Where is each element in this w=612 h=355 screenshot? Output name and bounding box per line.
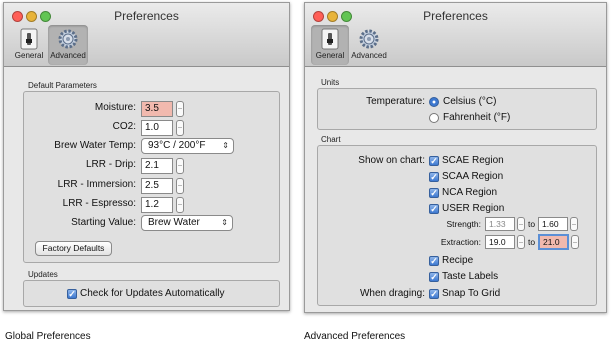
content-area: Units Temperature: Celsius (°C) Fahrenhe… — [305, 67, 606, 312]
taste-labels-label: Taste Labels — [442, 271, 499, 282]
co2-label: CO2: — [112, 121, 136, 132]
extraction-label: Extraction: — [440, 237, 481, 247]
lrr-drip-stepper[interactable] — [176, 158, 184, 174]
when-dragging-label: When draging: — [359, 288, 425, 299]
lrr-espresso-label: LRR - Espresso: — [62, 198, 136, 209]
taste-labels-checkbox[interactable]: ✓ — [429, 272, 439, 282]
brew-temp-label: Brew Water Temp: — [54, 140, 136, 151]
brew-temp-value: 93°C / 200°F — [148, 140, 206, 151]
snap-to-grid-checkbox[interactable]: ✓ — [429, 289, 439, 299]
switch-icon — [321, 28, 339, 50]
scaa-region-checkbox[interactable]: ✓ — [429, 172, 439, 182]
extraction-to-stepper[interactable] — [571, 235, 579, 249]
starting-value-label: Starting Value: — [71, 217, 136, 228]
nca-region-checkbox[interactable]: ✓ — [429, 188, 439, 198]
fahrenheit-label: Fahrenheit (°F) — [443, 112, 511, 123]
moisture-label: Moisture: — [94, 102, 136, 113]
lrr-espresso-field[interactable]: 1.2 — [141, 197, 173, 213]
fahrenheit-radio[interactable] — [429, 113, 439, 123]
strength-to-field[interactable]: 1.60 — [538, 217, 568, 231]
celsius-label: Celsius (°C) — [443, 96, 497, 107]
tab-general-label: General — [315, 51, 345, 60]
strength-to-stepper[interactable] — [570, 217, 578, 231]
co2-field[interactable]: 1.0 — [141, 120, 173, 136]
user-region-checkbox[interactable]: ✓ — [429, 204, 439, 214]
tab-general[interactable]: General — [10, 25, 48, 65]
lrr-drip-label: LRR - Drip: — [85, 159, 136, 170]
content-area: Default Parameters Moisture: 3.5 CO2: 1.… — [4, 67, 289, 310]
user-region-label: USER Region — [442, 203, 505, 214]
moisture-field[interactable]: 3.5 — [141, 101, 173, 117]
units-box — [317, 88, 597, 130]
advanced-preferences-window: Preferences General Advanced Units Tempe… — [304, 2, 607, 313]
section-chart: Chart — [321, 135, 341, 144]
co2-stepper[interactable] — [176, 120, 184, 136]
global-preferences-caption: Global Preferences — [5, 331, 91, 342]
brew-temp-popup[interactable]: 93°C / 200°F ⇕ — [141, 138, 234, 154]
tab-advanced-label: Advanced — [351, 51, 387, 60]
popup-arrows-icon: ⇕ — [221, 218, 228, 227]
switch-icon — [20, 28, 38, 50]
strength-label: Strength: — [446, 219, 482, 229]
factory-defaults-button[interactable]: Factory Defaults — [35, 241, 112, 256]
section-units: Units — [321, 78, 340, 87]
celsius-radio[interactable] — [429, 97, 439, 107]
updates-label: Check for Updates Automatically — [80, 288, 225, 299]
global-preferences-window: Preferences General Advanced Default Par… — [3, 2, 290, 311]
lrr-immersion-label: LRR - Immersion: — [57, 179, 136, 190]
title-bar: Preferences General Advanced — [4, 3, 289, 67]
scaa-region-label: SCAA Region — [442, 171, 504, 182]
gear-icon — [58, 29, 78, 49]
window-title: Preferences — [114, 9, 179, 23]
extraction-to-field[interactable]: 21.0 — [538, 234, 569, 250]
section-default-parameters: Default Parameters — [28, 81, 97, 90]
strength-from-field[interactable]: 1.33 — [485, 217, 515, 231]
scae-region-checkbox[interactable]: ✓ — [429, 156, 439, 166]
tab-advanced-label: Advanced — [50, 51, 86, 60]
updates-checkbox[interactable]: ✓ — [67, 289, 77, 299]
show-on-chart-label: Show on chart: — [358, 155, 425, 166]
popup-arrows-icon: ⇕ — [222, 141, 229, 150]
recipe-label: Recipe — [442, 255, 474, 266]
lrr-espresso-stepper[interactable] — [176, 197, 184, 213]
lrr-immersion-field[interactable]: 2.5 — [141, 178, 173, 194]
strength-from-stepper[interactable] — [517, 217, 525, 231]
lrr-drip-field[interactable]: 2.1 — [141, 158, 173, 174]
title-bar: Preferences General Advanced — [305, 3, 606, 67]
starting-value-value: Brew Water — [148, 217, 200, 228]
window-title: Preferences — [423, 9, 488, 23]
scae-region-label: SCAE Region — [442, 155, 504, 166]
tab-advanced[interactable]: Advanced — [349, 25, 389, 65]
strength-to-label: to — [528, 219, 536, 229]
tab-general[interactable]: General — [311, 25, 349, 65]
lrr-immersion-stepper[interactable] — [176, 178, 184, 194]
temperature-label: Temperature: — [366, 96, 425, 107]
snap-to-grid-label: Snap To Grid — [442, 288, 501, 299]
section-updates: Updates — [28, 270, 58, 279]
extraction-from-field[interactable]: 19.0 — [485, 235, 515, 249]
moisture-stepper[interactable] — [176, 101, 184, 117]
extraction-to-label: to — [528, 237, 536, 247]
tab-advanced[interactable]: Advanced — [48, 25, 88, 65]
advanced-preferences-caption: Advanced Preferences — [304, 331, 406, 342]
starting-value-popup[interactable]: Brew Water ⇕ — [141, 215, 233, 231]
tab-general-label: General — [14, 51, 44, 60]
recipe-checkbox[interactable]: ✓ — [429, 256, 439, 266]
extraction-from-stepper[interactable] — [517, 235, 525, 249]
nca-region-label: NCA Region — [442, 187, 498, 198]
gear-icon — [359, 29, 379, 49]
